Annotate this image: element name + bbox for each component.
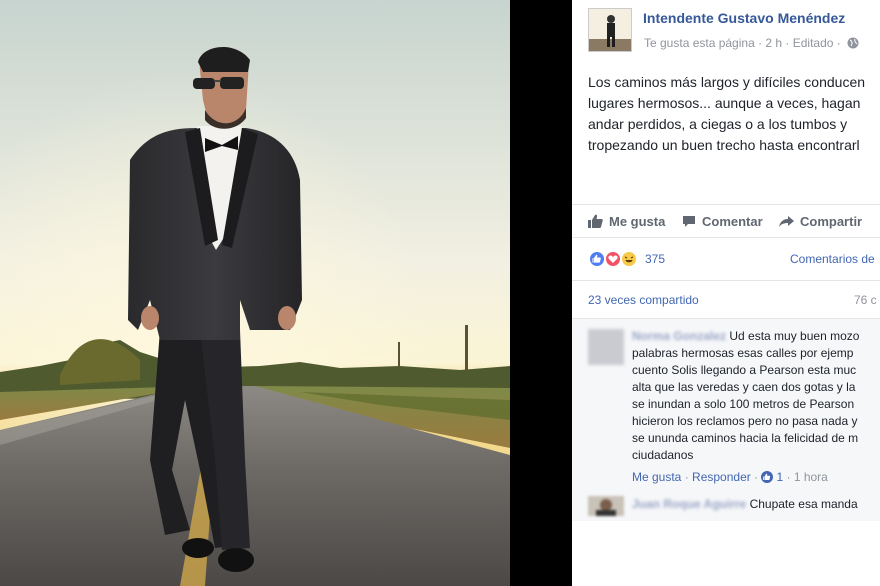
- comment-reply-link[interactable]: Responder: [692, 470, 751, 484]
- comments-link[interactable]: Comentarios de: [790, 252, 875, 266]
- comments-section: Norma Gonzalez Ud esta muy buen mozo pal…: [572, 318, 880, 586]
- love-reaction-icon: [604, 250, 622, 268]
- comment-text: Chupate esa manda: [746, 497, 858, 511]
- post-header: Intendente Gustavo Menéndez Te gusta est…: [588, 8, 880, 56]
- shares-row: 23 veces compartido 76 c: [572, 280, 880, 318]
- post-text-line: lugares hermosos... aunque a veces, haga…: [588, 95, 861, 111]
- thumbs-up-icon: [588, 214, 603, 228]
- comment-icon: [683, 216, 695, 227]
- comment-button[interactable]: Comentar: [682, 214, 763, 229]
- comment-author[interactable]: Juan Roque Aguirre: [632, 497, 746, 511]
- comments-blank-area: [572, 521, 880, 586]
- commenter-avatar[interactable]: [588, 329, 624, 365]
- share-arrow-icon: [779, 216, 794, 227]
- comment-body: Juan Roque Aguirre Chupate esa manda: [632, 497, 858, 511]
- like-button-label: Me gusta: [609, 214, 666, 229]
- comment-author[interactable]: Norma Gonzalez: [632, 329, 726, 343]
- reactions-summary: 375 Comentarios de: [572, 238, 880, 280]
- post-actions-bar: Me gusta Comentar Compartir: [572, 204, 880, 238]
- post-photo[interactable]: [0, 0, 510, 586]
- comment-line: se inundan a solo 100 metros de Pearson: [632, 397, 855, 411]
- comment-actions: Me gusta · Responder · 1 · 1 hora: [632, 470, 828, 484]
- comment-line: palabras hermosas esas calles por ejemp: [632, 346, 854, 360]
- comment-text: Ud esta muy buen mozo: [726, 329, 860, 343]
- page-name-link[interactable]: Intendente Gustavo Menéndez: [643, 10, 845, 26]
- comment-line: Norma Gonzalez Ud esta muy buen mozo: [632, 328, 880, 345]
- comment-line: ciudadanos: [632, 448, 694, 462]
- haha-reaction-icon: [620, 250, 638, 268]
- reaction-count[interactable]: 375: [645, 252, 665, 266]
- post-sidebar: Intendente Gustavo Menéndez Te gusta est…: [572, 0, 880, 586]
- separator: ·: [786, 470, 794, 484]
- separator: ·: [684, 470, 693, 484]
- photo-viewer: Intendente Gustavo Menéndez Te gusta est…: [0, 0, 880, 586]
- post-text-line: andar perdidos, a ciegas o a los tumbos …: [588, 116, 848, 132]
- comment-like-link[interactable]: Me gusta: [632, 470, 681, 484]
- separator: ·: [754, 470, 762, 484]
- like-reaction-icon: [588, 250, 606, 268]
- globe-icon[interactable]: [847, 37, 859, 52]
- comment-line: hicieron los reclamos pero no pasa nada …: [632, 414, 858, 428]
- like-badge-icon: [761, 471, 774, 483]
- comment-body: Norma Gonzalez Ud esta muy buen mozo pal…: [632, 328, 880, 464]
- post-text-line: Los caminos más largos y difíciles condu…: [588, 74, 866, 90]
- share-button[interactable]: Compartir: [779, 214, 862, 229]
- like-button[interactable]: Me gusta: [588, 214, 665, 229]
- page-avatar[interactable]: [588, 8, 632, 52]
- post-text: Los caminos más largos y difíciles condu…: [588, 72, 880, 156]
- comment-line: se ununda caminos hacia la felicidad de …: [632, 431, 859, 445]
- post-meta: Te gusta esta página · 2 h · Editado ·: [644, 36, 859, 52]
- comment-line: cuento Solis llegando a Pearson esta muc: [632, 363, 857, 377]
- commenter-avatar[interactable]: [588, 496, 624, 516]
- comment-line: alta que las veredas y caen dos gotas y …: [632, 380, 856, 394]
- photo-image: [0, 0, 510, 586]
- comment-like-count[interactable]: 1: [776, 470, 783, 484]
- shares-link[interactable]: 23 veces compartido: [588, 293, 699, 307]
- post-text-line: tropezando un buen trecho hasta encontra…: [588, 137, 860, 153]
- share-button-label: Compartir: [800, 214, 863, 229]
- comment-button-label: Comentar: [702, 214, 763, 229]
- comments-count[interactable]: 76 c: [854, 293, 877, 307]
- post-meta-text: Te gusta esta página · 2 h · Editado ·: [644, 36, 841, 50]
- comment-time[interactable]: 1 hora: [794, 470, 828, 484]
